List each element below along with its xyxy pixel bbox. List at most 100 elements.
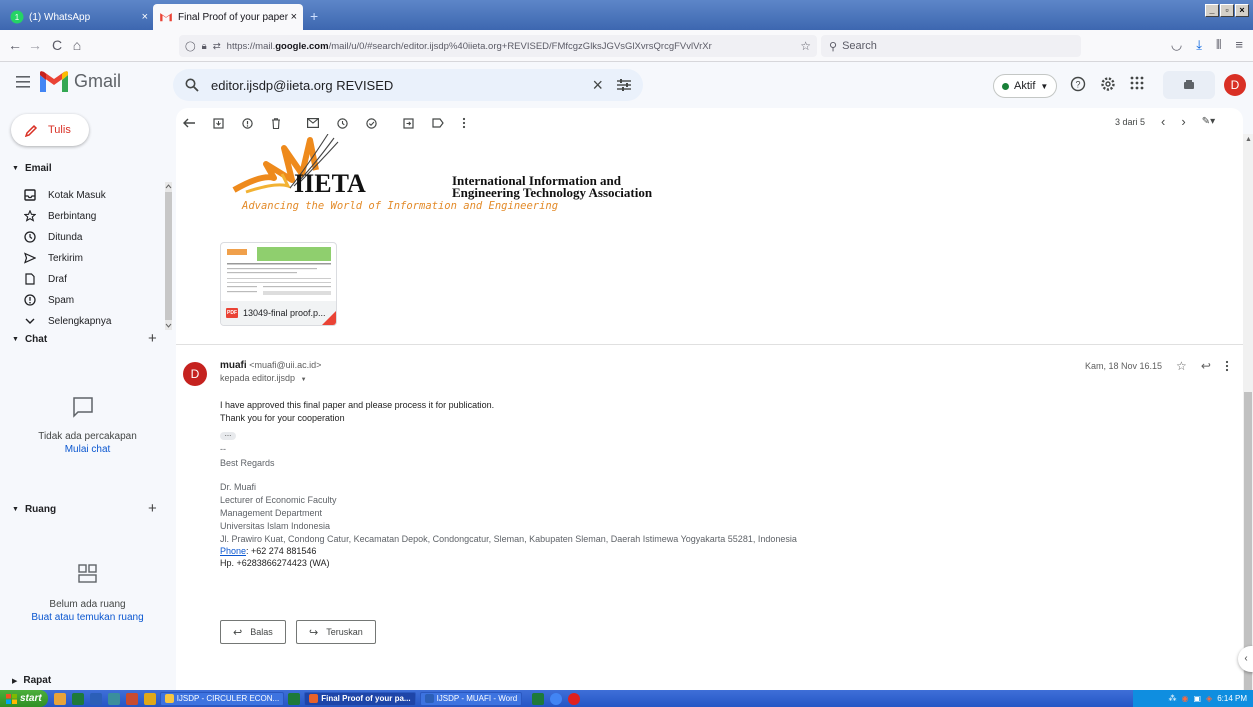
mail-search-input[interactable] (211, 77, 593, 93)
scroll-up-icon[interactable]: ▲ (1245, 136, 1252, 143)
gmail-logo[interactable]: Gmail (40, 71, 121, 92)
home-icon[interactable]: ⌂ (68, 37, 86, 53)
sidebar-item-inbox[interactable]: Kotak Masuk (24, 185, 164, 205)
move-to-icon[interactable] (403, 117, 414, 129)
main-menu-icon[interactable] (16, 76, 30, 88)
sender-avatar[interactable]: D (183, 362, 207, 386)
minimize-button[interactable]: _ (1205, 4, 1219, 17)
taskbar-item-firefox[interactable]: Final Proof of your pa... (304, 691, 416, 706)
search-options-icon[interactable] (617, 79, 631, 91)
tray-network-icon[interactable]: ▣ (1193, 694, 1201, 703)
delete-trash-icon[interactable] (271, 117, 281, 129)
sidebar-item-spam[interactable]: Spam (24, 290, 164, 310)
reload-icon[interactable]: C (48, 37, 66, 53)
label-tag-icon[interactable] (432, 118, 444, 128)
forward-button[interactable]: ↪ Teruskan (296, 620, 376, 644)
snooze-clock-icon[interactable] (337, 117, 348, 129)
close-window-button[interactable]: × (1235, 4, 1249, 17)
hamburger-menu-icon[interactable]: ≡ (1235, 37, 1243, 53)
search-icon[interactable] (185, 78, 199, 92)
quicklaunch-word-icon[interactable] (89, 692, 102, 705)
back-to-list-icon[interactable] (183, 118, 195, 128)
clear-search-icon[interactable]: × (592, 75, 603, 96)
quicklaunch-chrome-icon[interactable] (550, 692, 563, 705)
library-icon[interactable]: ⫴ (1216, 37, 1221, 53)
google-apps-icon[interactable] (1130, 76, 1144, 92)
quicklaunch-powerpoint-icon[interactable] (125, 692, 138, 705)
permissions-icon[interactable]: ⇄ (213, 41, 221, 52)
quicklaunch-excel-icon[interactable] (532, 692, 545, 705)
newer-chevron-icon[interactable]: ‹ (1161, 114, 1165, 129)
show-trimmed-content-button[interactable]: ... (220, 430, 236, 440)
sidebar-item-snoozed[interactable]: Ditunda (24, 227, 164, 247)
pdf-attachment-card[interactable]: PDF 13049-final proof.p... (220, 242, 337, 326)
find-room-link[interactable]: Buat atau temukan ruang (0, 612, 175, 623)
quicklaunch-opera-icon[interactable] (568, 692, 581, 705)
section-rooms-header[interactable]: ▼ Ruang + (12, 500, 157, 517)
account-org-logo[interactable] (1163, 71, 1215, 99)
input-tools-icon[interactable]: ✎▾ (1202, 116, 1215, 127)
mark-unread-icon[interactable] (307, 118, 319, 128)
maximize-button[interactable]: ▫ (1220, 4, 1234, 17)
sidebar-item-starred[interactable]: Berbintang (24, 206, 164, 226)
download-icon[interactable]: ⤓ (1196, 37, 1202, 53)
help-icon[interactable]: ? (1070, 76, 1086, 92)
gmail-logo-text: Gmail (74, 71, 122, 91)
quicklaunch-excel-icon[interactable] (288, 692, 301, 705)
new-room-plus-icon[interactable]: + (148, 500, 157, 517)
section-chat-header[interactable]: ▼ Chat + (12, 330, 157, 347)
page-fold-icon (322, 311, 336, 325)
start-button[interactable]: start (0, 690, 48, 707)
new-chat-plus-icon[interactable]: + (148, 330, 157, 347)
section-meet-header[interactable]: ▶ Rapat (12, 675, 51, 686)
add-task-icon[interactable] (366, 117, 377, 129)
new-tab-button[interactable]: + (310, 8, 318, 24)
close-tab-icon[interactable]: × (142, 11, 148, 23)
older-chevron-icon[interactable]: › (1181, 114, 1185, 129)
recipient-line[interactable]: kepada editor.ijsdp ▼ (220, 373, 307, 383)
taskbar-item-word[interactable]: IJSDP - MUAFI - Word (419, 691, 523, 706)
tab-gmail[interactable]: Final Proof of your paper submitte × (153, 4, 303, 30)
lock-icon[interactable]: 🔒︎ (202, 41, 207, 52)
bookmark-star-icon[interactable]: ☆ (794, 39, 811, 53)
sidebar-item-more[interactable]: Selengkapnya (24, 311, 164, 331)
browser-search-box[interactable]: ⚲ Search (821, 35, 1081, 57)
start-chat-link[interactable]: Mulai chat (0, 444, 175, 455)
more-vertical-icon[interactable] (1225, 360, 1229, 372)
sender-name[interactable]: muafi (220, 360, 247, 371)
reply-icon[interactable]: ↩ (1201, 359, 1211, 373)
sidebar-item-sent[interactable]: Terkirim (24, 248, 164, 268)
tray-update-icon[interactable]: ◈ (1206, 694, 1212, 703)
star-icon[interactable]: ☆ (1176, 359, 1187, 373)
forward-icon: ↪ (309, 626, 319, 639)
quicklaunch-firefox-icon[interactable] (53, 692, 66, 705)
back-icon[interactable]: ← (6, 37, 24, 53)
settings-gear-icon[interactable] (1100, 76, 1116, 92)
sidebar-scrollbar[interactable] (163, 182, 173, 330)
account-avatar[interactable]: D (1224, 74, 1246, 96)
quicklaunch-folder-icon[interactable] (143, 692, 156, 705)
quicklaunch-app-icon[interactable] (107, 692, 120, 705)
start-label: start (20, 693, 42, 704)
shield-icon[interactable]: ◯ (185, 41, 196, 52)
taskbar-item-folder[interactable]: IJSDP - CIRCULER ECON... (159, 691, 285, 706)
phone-link[interactable]: Phone (220, 546, 246, 556)
tab-label: Final Proof of your paper submitte (178, 11, 291, 23)
quicklaunch-excel-icon[interactable] (71, 692, 84, 705)
reply-button[interactable]: ↩ Balas (220, 620, 286, 644)
url-bar[interactable]: ◯ 🔒︎ ⇄ https://mail. google.com/mail/u/0/… (179, 35, 817, 57)
sidebar-item-drafts[interactable]: Draf (24, 269, 164, 289)
tab-whatsapp[interactable]: 1 (1) WhatsApp × (4, 4, 154, 30)
pocket-icon[interactable]: ◡ (1171, 37, 1182, 53)
archive-icon[interactable] (213, 117, 224, 129)
more-vertical-icon[interactable] (462, 117, 466, 129)
compose-button[interactable]: Tulis (11, 114, 89, 146)
status-dropdown[interactable]: Aktif ▼ (993, 74, 1058, 98)
report-spam-icon[interactable] (242, 117, 253, 129)
forward-icon[interactable]: → (26, 37, 44, 53)
tray-antivirus-icon[interactable]: ◉ (1182, 694, 1189, 703)
close-tab-icon[interactable]: × (291, 11, 297, 23)
tray-icon[interactable]: ⁂ (1169, 694, 1177, 703)
message-meta: Kam, 18 Nov 16.15 ☆ ↩ (1085, 359, 1229, 373)
section-email-header[interactable]: ▼ Email (12, 163, 52, 174)
